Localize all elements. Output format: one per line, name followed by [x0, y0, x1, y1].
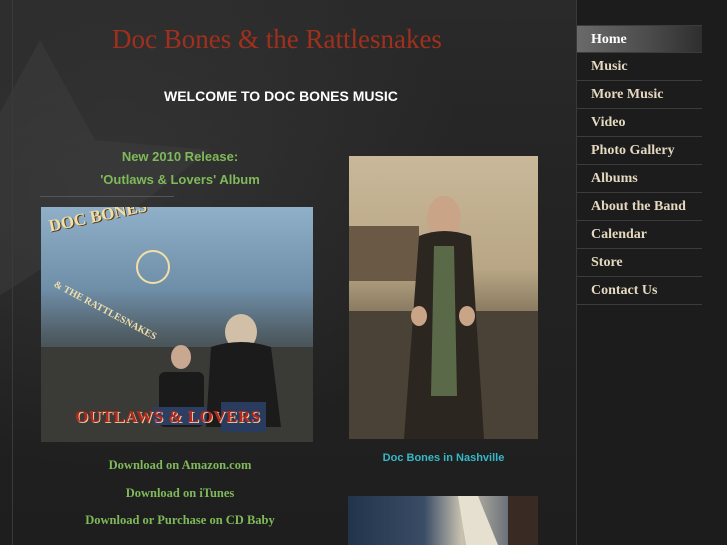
doc-bones-nashville-photo[interactable]	[349, 156, 538, 439]
nav-item-photo-gallery[interactable]: Photo Gallery	[577, 137, 702, 165]
release-album-name: 'Outlaws & Lovers' Album	[100, 172, 260, 187]
photo-caption[interactable]: Doc Bones in Nashville	[349, 452, 538, 464]
second-photo-art-icon	[458, 496, 538, 545]
nav-item-more-music[interactable]: More Music	[577, 81, 702, 109]
release-divider	[40, 196, 174, 197]
welcome-heading: WELCOME TO DOC BONES MUSIC	[164, 88, 398, 104]
nav-item-about-the-band[interactable]: About the Band	[577, 193, 702, 221]
album-cover-image[interactable]: DOC BONES & THE RATTLESNAKES OUTLAWS & L…	[41, 207, 313, 442]
download-amazon-link[interactable]: Download on Amazon.com	[40, 458, 320, 473]
second-photo-thumbnail[interactable]	[348, 496, 538, 545]
nav-item-video[interactable]: Video	[577, 109, 702, 137]
sidebar: Home Music More Music Video Photo Galler…	[576, 0, 727, 545]
nashville-photo-art-icon	[349, 196, 538, 439]
release-heading: New 2010 Release:	[121, 149, 239, 164]
download-itunes-link[interactable]: Download on iTunes	[40, 486, 320, 501]
nav-item-contact-us[interactable]: Contact Us	[577, 277, 702, 305]
nav-item-calendar[interactable]: Calendar	[577, 221, 702, 249]
left-divider	[12, 0, 13, 545]
main-navigation: Home Music More Music Video Photo Galler…	[577, 25, 702, 305]
download-cdbaby-link[interactable]: Download or Purchase on CD Baby	[40, 513, 320, 528]
nav-item-albums[interactable]: Albums	[577, 165, 702, 193]
nav-item-home[interactable]: Home	[577, 25, 702, 53]
site-title[interactable]: Doc Bones & the Rattlesnakes	[112, 24, 442, 55]
nav-item-music[interactable]: Music	[577, 53, 702, 81]
cover-album-title: OUTLAWS & LOVERS	[75, 407, 261, 426]
nav-item-store[interactable]: Store	[577, 249, 702, 277]
